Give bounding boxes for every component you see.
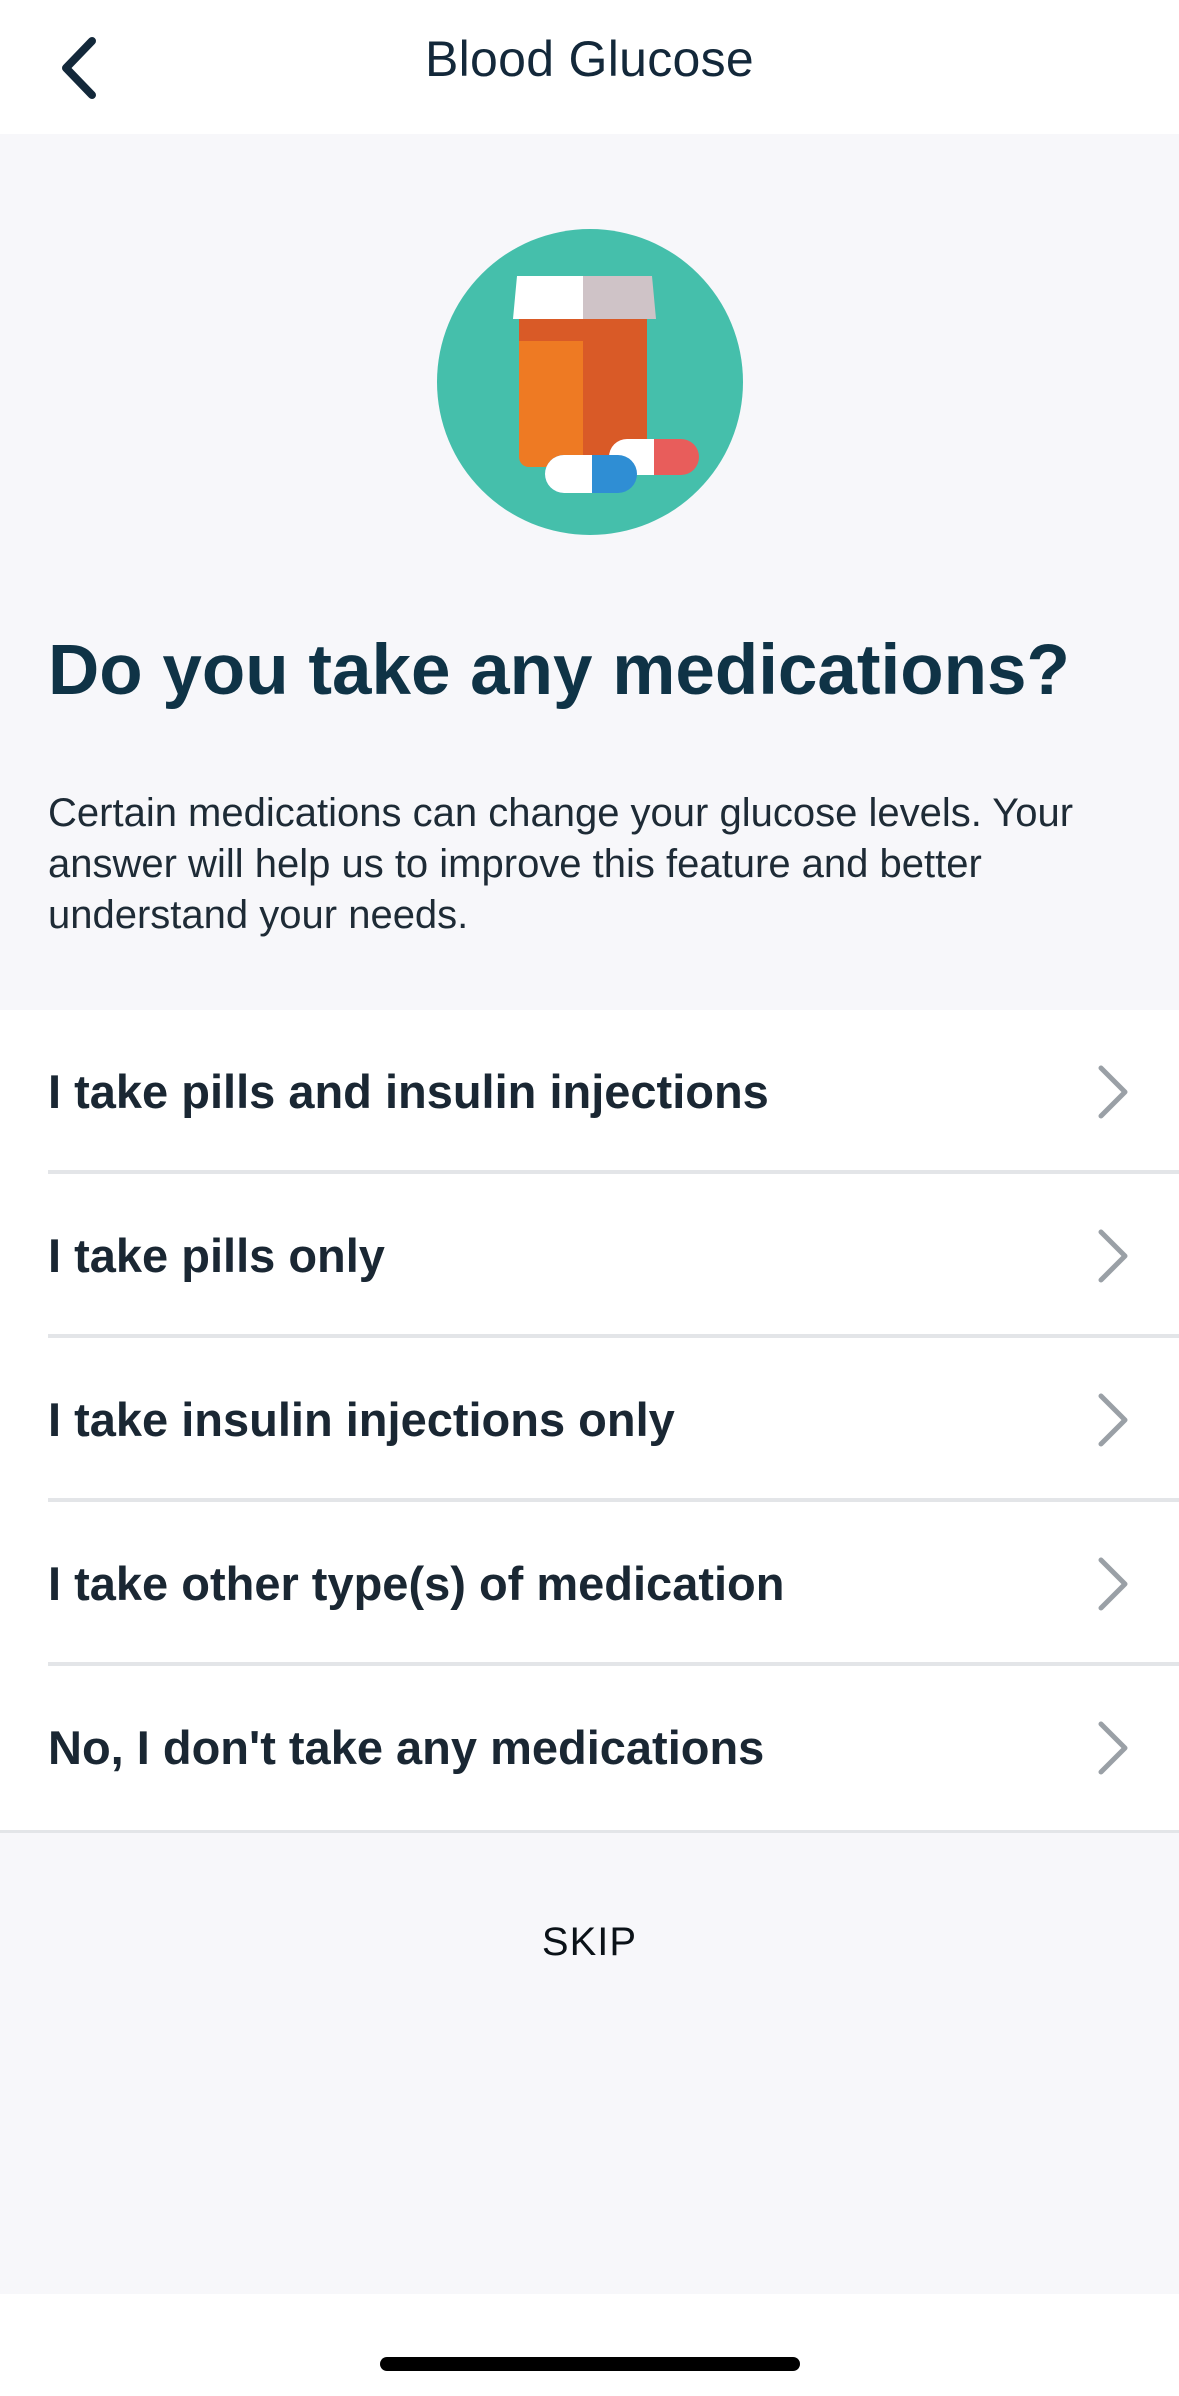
option-pills-only[interactable]: I take pills only <box>0 1174 1179 1338</box>
question-heading: Do you take any medications? <box>48 631 1070 710</box>
options-list: I take pills and insulin injections I ta… <box>0 1010 1179 1833</box>
option-label: I take pills and insulin injections <box>48 1065 769 1118</box>
option-no-medications[interactable]: No, I don't take any medications <box>0 1666 1179 1830</box>
skip-button[interactable]: SKIP <box>0 1920 1179 1965</box>
chevron-right-icon <box>1098 1065 1128 1119</box>
chevron-right-icon <box>1098 1393 1128 1447</box>
navigation-bar: Blood Glucose <box>0 0 1179 134</box>
chevron-right-icon <box>1098 1557 1128 1611</box>
bottom-safe-area <box>0 2294 1179 2396</box>
chevron-right-icon <box>1098 1229 1128 1283</box>
option-insulin-only[interactable]: I take insulin injections only <box>0 1338 1179 1502</box>
option-other-medication[interactable]: I take other type(s) of medication <box>0 1502 1179 1666</box>
option-label: I take insulin injections only <box>48 1393 675 1446</box>
option-pills-and-insulin[interactable]: I take pills and insulin injections <box>0 1010 1179 1174</box>
option-label: I take pills only <box>48 1229 385 1282</box>
medication-bottle-icon <box>437 229 743 535</box>
chevron-right-icon <box>1098 1721 1128 1775</box>
option-label: No, I don't take any medications <box>48 1721 765 1774</box>
page-title: Blood Glucose <box>424 31 755 87</box>
option-label: I take other type(s) of medication <box>48 1557 785 1610</box>
home-indicator[interactable] <box>380 2357 800 2371</box>
question-description: Certain medications can change your gluc… <box>48 791 1074 937</box>
